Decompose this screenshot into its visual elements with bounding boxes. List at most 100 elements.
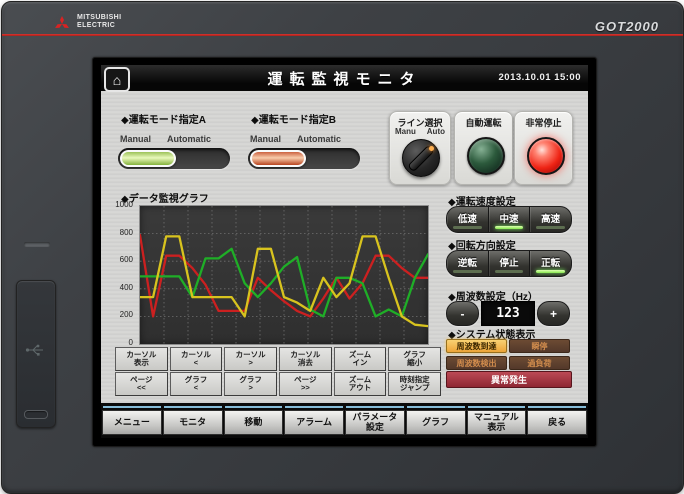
menu-button-led [285,406,343,408]
status-lamp-grid: 周波数到達瞬停周波数検出過負荷 [446,339,570,370]
mode-b-automatic-label: Automatic [297,134,341,144]
screen-header: 運転監視モニタ 2013.10.01 15:00 [101,65,588,91]
touch-screen: 運転監視モニタ 2013.10.01 15:00 ⌂ ◆運転モード指定A Man… [101,65,588,438]
speed-segment: 低速中速 高速 [446,206,572,233]
mode-b-manual-label: Manual [250,134,281,144]
menu-button-led [346,406,404,408]
mode-a-toggle-switch[interactable] [118,148,230,169]
menu-button-4[interactable]: パラメータ設定 [345,406,405,438]
auto-label: Auto [427,127,445,136]
mode-b-scale: Manual Automatic [250,134,341,144]
trend-graph-plot [139,205,429,345]
y-tick-label: 200 [107,310,133,319]
frequency-value-display[interactable]: 123 [481,301,535,326]
chart-y-labels: 10008006004002000 [107,199,135,349]
knob-indicator-led [429,146,434,151]
menu-button-led [528,406,586,408]
auto-run-panel: 自動運転 [454,111,513,185]
line-select-scale: Manu Auto [390,127,450,136]
menu-button-0[interactable]: メニュー [102,406,162,438]
speed-led [453,226,481,229]
direction-option-0[interactable]: 逆転 [447,251,489,276]
frequency-plus-button[interactable]: + [537,301,570,326]
menu-button-led [103,406,161,408]
menu-button-3[interactable]: アラーム [284,406,344,438]
menu-button-led [407,406,465,408]
status-lamp-0: 周波数到達 [446,339,507,353]
direction-led [495,270,523,273]
softkey-r2-4[interactable]: ズームアウト [334,372,387,396]
softkey-r2-0[interactable]: ページ<< [115,372,168,396]
y-tick-label: 600 [107,255,133,264]
line-select-panel: ライン選択 Manu Auto [389,111,451,185]
direction-option-label: 逆転 [458,255,477,269]
direction-segment: 逆転 停止 正転 [446,250,572,277]
softkey-r2-2[interactable]: グラフ> [224,372,277,396]
softkey-row-2: ページ<<グラフ<グラフ>ページ>>ズームアウト時刻指定ジャンプ [115,372,441,396]
softkey-r2-5[interactable]: 時刻指定ジャンプ [388,372,441,396]
speed-option-0[interactable]: 低速 [447,207,489,232]
softkey-r1-5[interactable]: グラフ縮小 [388,347,441,371]
mode-b-toggle-switch[interactable] [248,148,360,169]
softkey-r1-4[interactable]: ズームイン [334,347,387,371]
softkey-r1-3[interactable]: カーソル消去 [279,347,332,371]
trend-chart-svg [140,206,428,344]
status-lamp-2: 周波数検出 [446,356,507,370]
menu-button-face: アラーム [284,410,344,435]
alarm-indicator: 異常発生 [446,371,572,388]
menu-button-face: メニュー [102,410,162,435]
menu-button-7[interactable]: 戻る [527,406,587,438]
usb-icon [25,343,45,357]
softkey-r1-1[interactable]: カーソル< [170,347,223,371]
mode-b-toggle-knob [250,150,306,167]
menu-button-1[interactable]: モニタ [163,406,223,438]
got2000-logo: GOT2000 [595,19,659,34]
direction-option-label: 停止 [500,255,519,269]
screenshot-stage: MITSUBISHI ELECTRIC GOT2000 運転監視モニタ [0,0,684,494]
mode-b-heading: ◆運転モード指定B [251,111,336,126]
direction-led [453,270,481,273]
mitsubishi-logo: MITSUBISHI ELECTRIC [52,14,121,30]
menu-button-5[interactable]: グラフ [406,406,466,438]
mode-a-scale: Manual Automatic [120,134,211,144]
line-select-knob[interactable] [402,139,440,177]
frequency-stepper: - 123 + [446,301,570,326]
mode-a-manual-label: Manual [120,134,151,144]
home-icon: ⌂ [113,73,121,87]
mode-a-heading: ◆運転モード指定A [121,111,206,126]
speed-option-2[interactable]: 高速 [530,207,571,232]
menu-button-face: 戻る [527,410,587,435]
y-tick-label: 800 [107,228,133,237]
auto-run-label: 自動運転 [455,116,512,129]
home-button[interactable]: ⌂ [104,67,130,92]
bezel-vent-slot [24,242,50,247]
direction-option-label: 正転 [541,255,560,269]
mode-a-automatic-label: Automatic [167,134,211,144]
softkey-r1-0[interactable]: カーソル表示 [115,347,168,371]
manu-label: Manu [395,127,416,136]
menu-button-6[interactable]: マニュアル表示 [467,406,527,438]
got2000-device-bezel: MITSUBISHI ELECTRIC GOT2000 運転監視モニタ [1,1,684,494]
menu-button-face: 移動 [224,410,284,435]
speed-option-label: 高速 [541,211,560,225]
menu-button-face: グラフ [406,410,466,435]
y-tick-label: 0 [107,338,133,347]
speed-led [495,226,523,229]
emergency-stop-button[interactable] [527,137,565,175]
auto-run-button[interactable] [467,137,505,175]
speed-option-label: 中速 [500,211,519,225]
frequency-minus-button[interactable]: - [446,301,479,326]
speed-option-1[interactable]: 中速 [489,207,531,232]
softkey-row-1: カーソル表示カーソル<カーソル>カーソル消去ズームイングラフ縮小 [115,347,441,371]
menu-button-face: パラメータ設定 [345,410,405,435]
direction-option-1[interactable]: 停止 [489,251,531,276]
direction-option-2[interactable]: 正転 [530,251,571,276]
softkey-r2-3[interactable]: ページ>> [279,372,332,396]
lcd-frame: 運転監視モニタ 2013.10.01 15:00 ⌂ ◆運転モード指定A Man… [92,57,597,447]
brand-line2: ELECTRIC [77,22,121,30]
softkey-r1-2[interactable]: カーソル> [224,347,277,371]
menu-button-2[interactable]: 移動 [224,406,284,438]
brand-line1: MITSUBISHI [77,14,121,22]
menu-button-led [468,406,526,408]
softkey-r2-1[interactable]: グラフ< [170,372,223,396]
